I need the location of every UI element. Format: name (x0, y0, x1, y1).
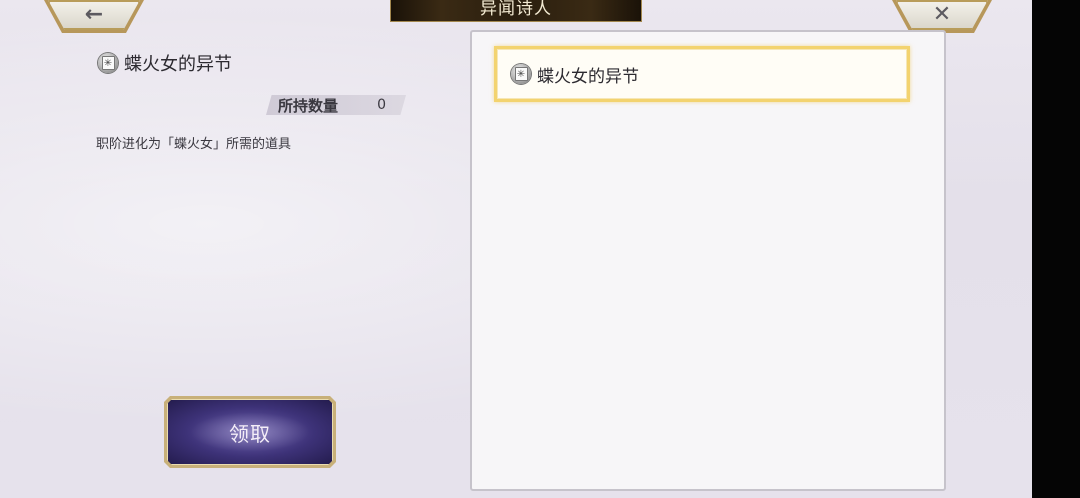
quantity-row: 所持数量 0 (266, 95, 406, 115)
claim-button-face[interactable]: 领取 (167, 399, 333, 465)
screen: ← 异闻诗人 ✕ 蝶火女的异节 所持数量 0 职阶进化为「蝶火女」所需的道具 领… (0, 0, 1032, 498)
quantity-value: 0 (377, 97, 386, 113)
page-title: 异闻诗人 (480, 0, 552, 19)
item-name: 蝶火女的异节 (124, 54, 232, 75)
claim-button-label: 领取 (229, 421, 271, 446)
quantity-label: 所持数量 (278, 96, 339, 115)
close-icon: ✕ (932, 2, 952, 27)
screen-edge-bar (1032, 0, 1080, 498)
arrow-left-icon: ← (84, 2, 104, 27)
item-list-panel: 蝶火女的异节 (470, 30, 946, 491)
page-title-bar: 异闻诗人 (390, 0, 642, 22)
book-icon (511, 64, 531, 84)
claim-button[interactable]: 领取 (164, 396, 336, 468)
list-item[interactable]: 蝶火女的异节 (494, 46, 910, 102)
item-detail-header: 蝶火女的异节 (98, 50, 232, 76)
list-item-label: 蝶火女的异节 (537, 66, 639, 87)
book-icon (98, 53, 118, 73)
item-description: 职阶进化为「蝶火女」所需的道具 (96, 137, 292, 152)
